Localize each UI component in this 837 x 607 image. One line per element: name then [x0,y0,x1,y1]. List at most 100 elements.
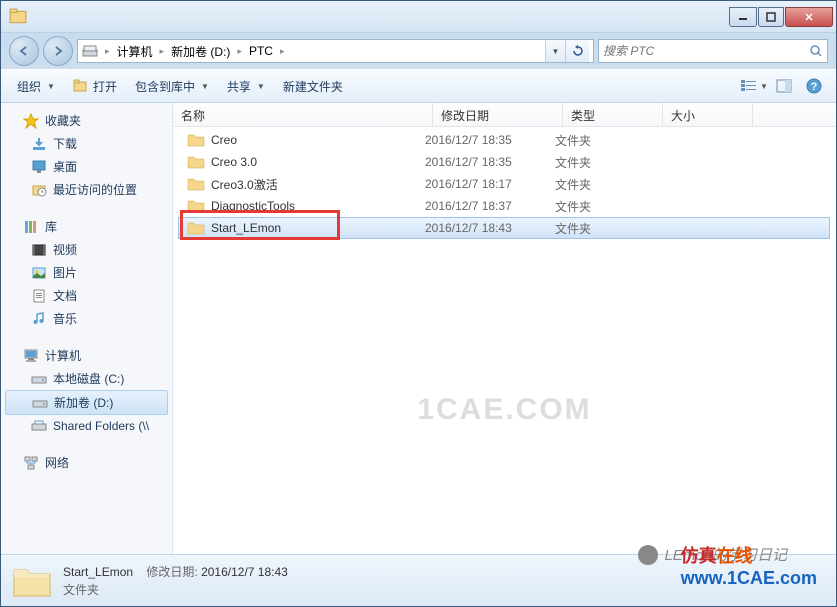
toolbar: 组织▼ 打开 包含到库中▼ 共享▼ 新建文件夹 ▼ ? [1,69,836,103]
star-icon [23,113,39,129]
network-label: 网络 [45,454,69,471]
sidebar-item-music[interactable]: 音乐 [1,307,172,330]
chevron-right-icon[interactable]: ▸ [234,46,245,57]
column-size[interactable]: 大小 [663,103,753,126]
breadcrumb-segment[interactable]: PTC [245,44,277,58]
breadcrumb-segment[interactable]: 新加卷 (D:) [167,43,234,60]
chevron-right-icon[interactable]: ▸ [157,46,168,57]
minimize-button[interactable] [729,7,757,27]
back-button[interactable] [9,36,39,66]
libraries-header[interactable]: 库 [1,215,172,238]
address-dropdown[interactable]: ▼ [545,40,565,62]
content-area: 收藏夹 下载 桌面 最近访问的位置 [1,103,836,554]
column-type[interactable]: 类型 [563,103,663,126]
view-options-button[interactable]: ▼ [740,74,768,98]
file-row[interactable]: Creo3.0激活 2016/12/7 18:17 文件夹 [173,173,836,195]
favorites-header[interactable]: 收藏夹 [1,109,172,132]
folder-icon [187,132,205,148]
navigation-bar: ▸ 计算机 ▸ 新加卷 (D:) ▸ PTC ▸ ▼ [1,33,836,69]
desktop-icon [31,159,47,175]
close-button[interactable] [785,7,833,27]
computer-group: 计算机 本地磁盘 (C:) 新加卷 (D:) Shared Folders (\… [1,344,172,437]
sidebar-item-documents[interactable]: 文档 [1,284,172,307]
search-box[interactable] [598,39,828,63]
sidebar-item-downloads[interactable]: 下载 [1,132,172,155]
file-row[interactable]: Creo 3.0 2016/12/7 18:35 文件夹 [173,151,836,173]
organize-menu[interactable]: 组织▼ [9,74,63,99]
network-icon [23,455,39,471]
computer-header[interactable]: 计算机 [1,344,172,367]
chevron-down-icon: ▼ [201,82,209,91]
download-icon [31,136,47,152]
network-header[interactable]: 网络 [1,451,172,474]
file-row[interactable]: DiagnosticTools 2016/12/7 18:37 文件夹 [173,195,836,217]
address-bar[interactable]: ▸ 计算机 ▸ 新加卷 (D:) ▸ PTC ▸ ▼ [77,39,594,63]
libraries-label: 库 [45,218,57,235]
sidebar-item-pictures[interactable]: 图片 [1,261,172,284]
drive-icon [32,395,48,411]
preview-pane-button[interactable] [770,74,798,98]
search-input[interactable] [603,44,809,58]
chevron-down-icon: ▼ [760,82,768,91]
status-date-label: 修改日期: [146,565,197,579]
window-controls [729,7,834,27]
chevron-down-icon: ▼ [257,82,265,91]
sidebar-item-drive-c[interactable]: 本地磁盘 (C:) [1,367,172,390]
maximize-button[interactable] [758,7,784,27]
app-icon [9,8,27,26]
folder-icon [187,176,205,192]
open-icon [73,79,89,93]
favorites-group: 收藏夹 下载 桌面 最近访问的位置 [1,109,172,201]
document-icon [31,288,47,304]
sidebar-item-videos[interactable]: 视频 [1,238,172,261]
music-icon [31,311,47,327]
column-name[interactable]: 名称 [173,103,433,126]
share-menu[interactable]: 共享▼ [219,74,273,99]
sidebar-item-drive-d[interactable]: 新加卷 (D:) [5,390,168,415]
recent-icon [31,182,47,198]
column-date[interactable]: 修改日期 [433,103,563,126]
breadcrumb-segment[interactable]: 计算机 [113,43,157,60]
column-headers: 名称 修改日期 类型 大小 [173,103,836,127]
folder-icon [187,198,205,214]
library-icon [23,219,39,235]
include-menu[interactable]: 包含到库中▼ [127,74,217,99]
favorites-label: 收藏夹 [45,112,81,129]
status-type: 文件夹 [63,581,288,599]
file-list[interactable]: Creo 2016/12/7 18:35 文件夹 Creo 3.0 2016/1… [173,127,836,554]
picture-icon [31,265,47,281]
wechat-icon [638,545,658,565]
chevron-right-icon[interactable]: ▸ [277,46,288,57]
forward-button[interactable] [43,36,73,66]
status-filename: Start_LEmon [63,565,133,579]
computer-icon [23,348,39,364]
libraries-group: 库 视频 图片 文档 音乐 [1,215,172,330]
search-icon[interactable] [809,44,823,58]
new-folder-button[interactable]: 新建文件夹 [275,74,351,99]
chevron-down-icon: ▼ [47,82,55,91]
network-drive-icon [31,418,47,434]
folder-icon [187,154,205,170]
navigation-sidebar: 收藏夹 下载 桌面 最近访问的位置 [1,103,173,554]
main-panel: 名称 修改日期 类型 大小 Creo 2016/12/7 18:35 文件夹 [173,103,836,554]
sidebar-item-desktop[interactable]: 桌面 [1,155,172,178]
file-row-selected[interactable]: Start_LEmon 2016/12/7 18:43 文件夹 [178,217,830,239]
refresh-button[interactable] [565,40,589,62]
chevron-right-icon[interactable]: ▸ [102,46,113,57]
file-row[interactable]: Creo 2016/12/7 18:35 文件夹 [173,129,836,151]
sidebar-item-recent[interactable]: 最近访问的位置 [1,178,172,201]
video-icon [31,242,47,258]
help-button[interactable]: ? [800,74,828,98]
overlay-site: 仿真在线 www.1CAE.com [681,542,817,589]
explorer-window: ▸ 计算机 ▸ 新加卷 (D:) ▸ PTC ▸ ▼ 组织▼ 打开 [0,0,837,607]
drive-icon [31,371,47,387]
status-text: Start_LEmon 修改日期: 2016/12/7 18:43 文件夹 [63,563,288,599]
svg-text:?: ? [811,81,818,93]
computer-label: 计算机 [45,347,81,364]
network-group: 网络 [1,451,172,474]
drive-icon [82,43,98,59]
folder-icon [187,220,205,236]
sidebar-item-shared-folders[interactable]: Shared Folders (\\ [1,415,172,437]
open-button[interactable]: 打开 [65,74,125,99]
folder-icon-large [11,562,53,600]
